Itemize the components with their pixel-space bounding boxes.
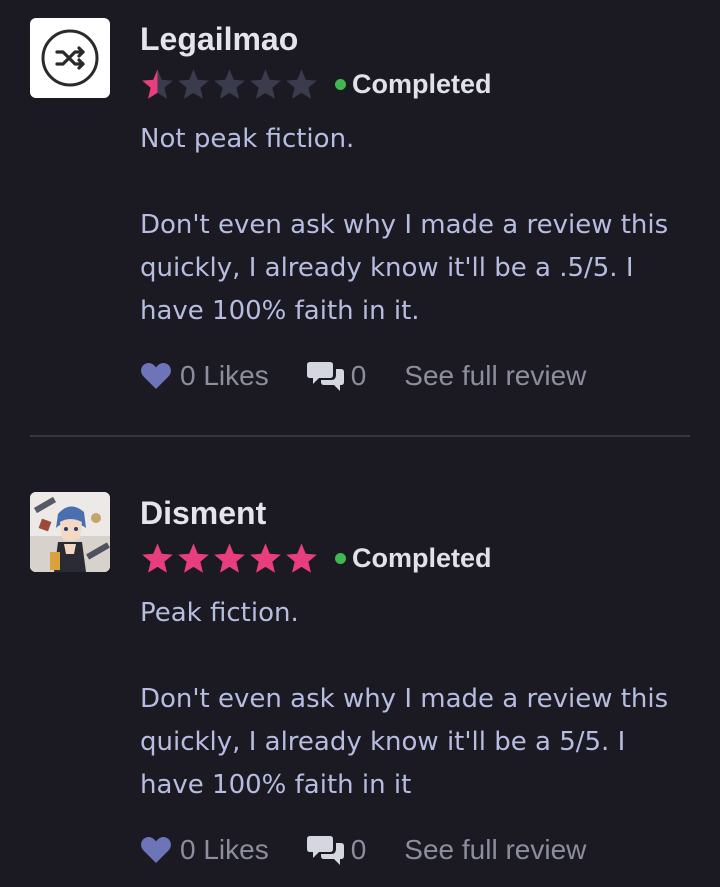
review-line: Not peak fiction.	[140, 124, 355, 154]
star-rating	[140, 541, 319, 575]
review-line	[140, 635, 700, 678]
star-empty-icon	[178, 69, 209, 99]
likes-count: 0 Likes	[180, 834, 269, 865]
like-button[interactable]: 0 Likes	[140, 360, 269, 392]
review-line: Peak fiction.	[140, 598, 299, 628]
review-actions: 0 Likes 0 See full review	[140, 356, 586, 396]
reviewer-name[interactable]: Disment	[140, 493, 266, 533]
review-line: quickly, I already know it'll be a 5/5. …	[140, 727, 626, 757]
status-dot	[335, 552, 346, 564]
star-filled-icon	[286, 543, 317, 573]
star-empty-icon	[214, 69, 245, 99]
status-badge: Completed	[335, 69, 492, 100]
star-empty-icon	[286, 69, 317, 99]
status-badge: Completed	[335, 543, 492, 574]
heart-icon	[141, 836, 171, 863]
star-filled-icon	[250, 543, 281, 573]
review-meta: Completed	[140, 66, 492, 102]
review-meta: Completed	[140, 540, 492, 576]
star-filled-icon	[214, 543, 245, 573]
like-button[interactable]: 0 Likes	[140, 834, 269, 866]
review-line: quickly, I already know it'll be a .5/5.…	[140, 253, 634, 283]
comments-button[interactable]: 0	[306, 360, 367, 392]
comments-count: 0	[350, 834, 367, 865]
review-divider	[30, 435, 690, 437]
star-filled-icon	[142, 543, 173, 573]
star-rating	[140, 67, 319, 101]
see-full-review-link[interactable]: See full review	[404, 834, 586, 866]
anime-character-avatar	[30, 492, 110, 572]
review-line	[140, 161, 700, 204]
reviewer-name[interactable]: Legailmao	[140, 19, 298, 59]
status-dot	[335, 78, 346, 90]
star-filled-icon	[178, 543, 209, 573]
avatar[interactable]	[30, 18, 110, 98]
avatar[interactable]	[30, 492, 110, 572]
comments-button[interactable]: 0	[306, 834, 367, 866]
review-line: have 100% faith in it.	[140, 296, 420, 326]
star-half-icon	[142, 69, 173, 99]
review-actions: 0 Likes 0 See full review	[140, 830, 586, 870]
see-full-review-link[interactable]: See full review	[404, 360, 586, 392]
comment-icon	[306, 362, 344, 391]
heart-icon	[141, 362, 171, 389]
review-line: have 100% faith in it	[140, 770, 412, 800]
review-line: Don't even ask why I made a review this	[140, 684, 669, 714]
review-text: Not peak fiction. Don't even ask why I m…	[140, 118, 700, 333]
comment-icon	[306, 836, 344, 865]
likes-count: 0 Likes	[180, 360, 269, 391]
comments-count: 0	[350, 360, 367, 391]
review-text: Peak fiction. Don't even ask why I made …	[140, 592, 700, 807]
shuffle-icon	[41, 29, 99, 87]
star-empty-icon	[250, 69, 281, 99]
status-label: Completed	[352, 542, 492, 573]
review-line: Don't even ask why I made a review this	[140, 210, 669, 240]
status-label: Completed	[352, 68, 492, 99]
